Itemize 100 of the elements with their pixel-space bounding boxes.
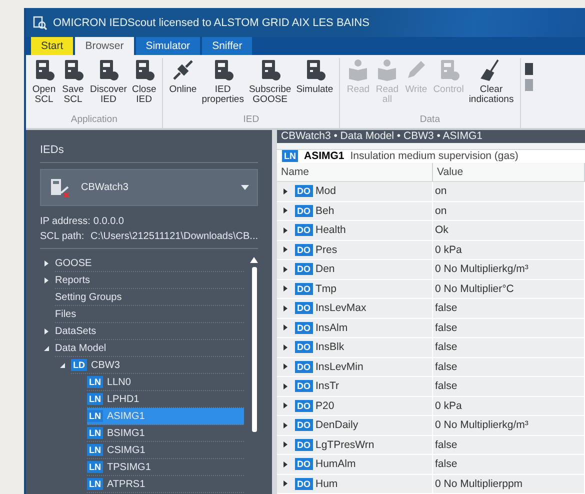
expanded-arrow-icon[interactable] [59, 362, 66, 369]
table-cell: InsBlk [316, 341, 344, 354]
splitter-handle[interactable] [272, 130, 277, 494]
collapsed-arrow-icon[interactable] [282, 304, 289, 312]
node-type-badge: LN [87, 376, 103, 388]
node-type-badge: LN [87, 478, 103, 490]
tree-item-label: ATPRS1 [107, 478, 146, 490]
node-type-badge: DO [295, 380, 312, 392]
tree-item[interactable]: Setting Groups [55, 289, 244, 306]
tree-item-label: Data Model [55, 342, 106, 354]
tree-item[interactable]: LN ATPRS1 [87, 476, 244, 493]
ribbon-button[interactable]: Save SCL [59, 58, 87, 114]
collapsed-arrow-icon[interactable] [43, 277, 50, 284]
node-type-badge: DO [295, 302, 312, 314]
tree-item[interactable]: DataSets [55, 323, 244, 340]
column-header[interactable]: Value [433, 163, 585, 182]
ribbon-button[interactable]: Discover IED [88, 58, 129, 114]
ribbon-button[interactable]: Clear indications [466, 58, 516, 114]
table-cell: 0 No Multiplierkg/m³ [435, 263, 528, 276]
node-type-badge: DO [295, 244, 312, 256]
tree-item[interactable]: Files [55, 306, 244, 323]
collapsed-arrow-icon[interactable] [282, 402, 289, 410]
ribbon-button[interactable]: IED properties [200, 58, 246, 114]
collapsed-arrow-icon[interactable] [282, 382, 289, 390]
node-type-badge: DO [295, 478, 312, 490]
node-type-badge: DO [295, 282, 312, 295]
ribbon-button[interactable]: Open SCL [30, 58, 58, 114]
ribbon-button[interactable]: Online [167, 58, 199, 114]
collapsed-arrow-icon[interactable] [282, 246, 289, 254]
tree-item[interactable]: Data Model [55, 340, 244, 357]
collapsed-arrow-icon[interactable] [282, 266, 289, 273]
panel-title: IEDs [40, 144, 65, 158]
node-type-badge: DO [295, 438, 312, 451]
tree-item[interactable]: LN TPSIMG1 [87, 459, 244, 476]
table-cell: false [435, 360, 458, 373]
field-label: IP address: [40, 215, 90, 229]
tree-item[interactable]: LN LLN0 [87, 374, 244, 391]
collapsed-arrow-icon[interactable] [43, 328, 50, 335]
collapsed-arrow-icon[interactable] [282, 344, 289, 351]
collapsed-arrow-icon[interactable] [282, 480, 289, 488]
table-cell: HumAlm [316, 458, 356, 470]
tree-item[interactable]: GOOSE [55, 255, 244, 272]
tree-item[interactable]: LN BSIMG1 [87, 425, 244, 442]
table-cell: DenDaily [316, 419, 358, 432]
ribbon-button[interactable]: Simulate [294, 58, 336, 114]
table-cell: Mod [316, 185, 336, 198]
tree-item-label: ASIMG1 [107, 410, 145, 422]
node-type-badge: LN [87, 410, 103, 422]
tree-item[interactable]: LN CSIMG1 [87, 442, 244, 459]
scroll-up-icon[interactable] [250, 257, 258, 263]
table-cell: 0 No Multiplier°C [435, 282, 514, 295]
device-dropdown[interactable]: CBWatch3 [40, 169, 258, 206]
collapsed-arrow-icon[interactable] [282, 460, 289, 468]
scroll-thumb[interactable] [252, 267, 256, 432]
tree-item[interactable]: LD CBW3 [71, 357, 244, 374]
table-cell: InsLevMin [316, 360, 364, 373]
table-cell: 0 No Multiplierkg/m³ [435, 419, 528, 432]
ribbon-button[interactable]: Close IED [130, 58, 158, 114]
breadcrumb: CBWatch3 • Data Model • CBW3 • ASIMG1 [277, 130, 585, 143]
node-type-badge: DO [295, 263, 312, 276]
collapsed-arrow-icon[interactable] [282, 363, 289, 370]
table-cell: false [435, 322, 458, 334]
ribbon-tab[interactable]: Sniffer [202, 37, 252, 55]
collapsed-arrow-icon[interactable] [282, 226, 289, 234]
collapsed-arrow-icon[interactable] [282, 441, 289, 448]
ribbon-tab[interactable]: Simulator [136, 37, 200, 55]
node-type-badge: DO [295, 341, 312, 354]
table-cell: 0 No Multiplierppm [435, 478, 523, 490]
tree-item-label: Setting Groups [55, 292, 122, 302]
ribbon-tab[interactable]: Browser [75, 37, 134, 55]
node-type-badge: DO [295, 185, 312, 198]
node-type-badge: DO [295, 360, 312, 373]
table-cell: LgTPresWrn [316, 438, 374, 451]
expanded-arrow-icon[interactable] [43, 345, 50, 352]
collapsed-arrow-icon[interactable] [282, 188, 289, 195]
tree-item-label: Files [55, 308, 76, 320]
tree-item[interactable]: LN ASIMG1 [87, 408, 244, 425]
table-cell: Health [316, 224, 346, 236]
tree-item[interactable]: Reports [55, 272, 244, 289]
field-value: C:\Users\212511121\Downloads\CB... [90, 230, 258, 244]
collapsed-arrow-icon[interactable] [282, 207, 289, 214]
tree-item-label: TPSIMG1 [107, 462, 151, 472]
table-cell: false [435, 458, 458, 470]
collapsed-arrow-icon[interactable] [282, 324, 289, 332]
collapsed-arrow-icon[interactable] [43, 260, 50, 267]
scrollbar[interactable] [250, 255, 258, 432]
ribbon-button[interactable]: Subscribe GOOSE [246, 58, 294, 114]
table-cell: 0 kPa [435, 400, 462, 412]
collapsed-arrow-icon[interactable] [282, 422, 289, 429]
table-cell: Den [316, 263, 335, 276]
tree-item-label: LLN0 [107, 376, 131, 388]
tree-item-label: CSIMG1 [107, 444, 146, 456]
node-type-badge: DO [295, 458, 312, 470]
node-type-badge: DO [295, 419, 312, 432]
collapsed-arrow-icon[interactable] [282, 285, 289, 292]
ribbon-tab[interactable]: Start [31, 37, 74, 55]
ribbon-group-label: Data [420, 114, 440, 127]
column-header[interactable]: Name [277, 163, 433, 182]
table-cell: Tmp [316, 282, 336, 295]
device-disconnected-icon [49, 176, 71, 198]
